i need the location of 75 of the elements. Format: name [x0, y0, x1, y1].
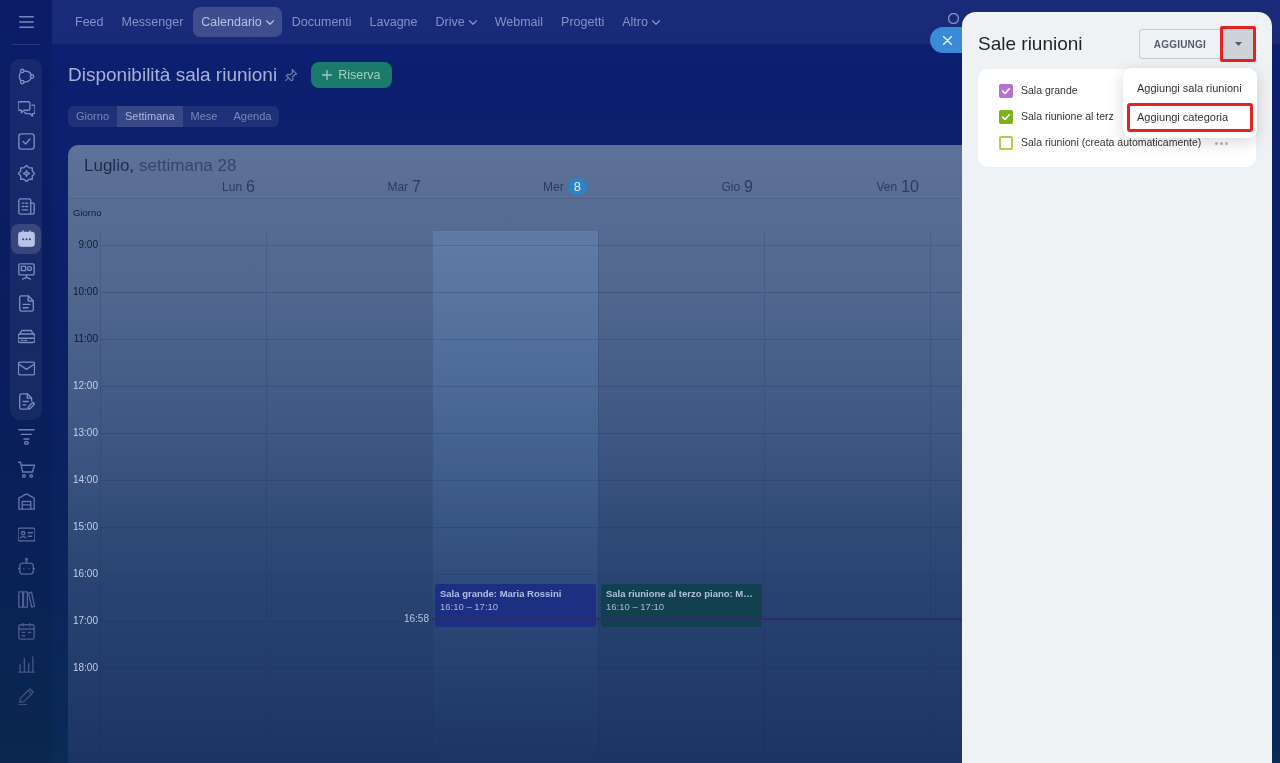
- time-label: 18:00: [71, 662, 99, 674]
- nav-link[interactable]: Calendario: [193, 6, 282, 38]
- search-icon: [948, 13, 959, 24]
- view-tab[interactable]: Giorno: [68, 106, 118, 127]
- event-time: 16:10 – 17:10: [440, 600, 500, 612]
- today-date-badge: 8: [567, 178, 587, 195]
- time-label: 10:00: [71, 286, 99, 298]
- menu-item[interactable]: Aggiungi categoria: [1130, 106, 1250, 129]
- robot-icon: [17, 558, 35, 576]
- view-tab[interactable]: Mese: [182, 106, 226, 127]
- document-icon: [17, 295, 35, 313]
- checkbox-square-icon: [17, 132, 35, 150]
- time-label: 16:00: [71, 568, 99, 580]
- books-icon: [17, 590, 35, 608]
- page-title: Disponibilità sala riunioni: [68, 63, 278, 87]
- add-button[interactable]: AGGIUNGI: [1138, 29, 1220, 59]
- room-checkbox[interactable]: [999, 110, 1013, 124]
- sidebar-button[interactable]: [11, 223, 41, 254]
- event-time: 16:10 – 17:10: [606, 600, 666, 612]
- bar-chart-icon: [17, 655, 35, 673]
- close-icon: [942, 35, 952, 45]
- current-time-label: 16:58: [402, 613, 429, 626]
- all-day-label: Giorno: [72, 206, 100, 220]
- nav-link[interactable]: Messenger: [113, 6, 192, 38]
- view-tab[interactable]: Agenda: [225, 106, 280, 127]
- view-tab[interactable]: Settimana: [117, 106, 183, 127]
- close-button[interactable]: [930, 27, 962, 53]
- reserve-button[interactable]: Riserva: [311, 62, 392, 88]
- cart-icon: [17, 460, 35, 478]
- nav-link[interactable]: Lavagne: [361, 6, 426, 38]
- calendar-icon: [17, 230, 35, 248]
- room-checkbox[interactable]: [999, 84, 1013, 98]
- nav-link[interactable]: Drive: [427, 6, 485, 38]
- time-label: 12:00: [71, 380, 99, 392]
- nav-link[interactable]: Altro: [614, 6, 668, 38]
- room-label: Sala riunioni (creata automaticamente): [1021, 135, 1202, 151]
- badge-star-icon: [17, 165, 35, 183]
- garage-icon: [17, 493, 35, 511]
- presentation-board-icon: [17, 262, 35, 280]
- document-pen-icon: [17, 392, 35, 410]
- nodes-icon: [17, 67, 35, 85]
- panel-title: Sale riunioni: [978, 31, 1083, 56]
- plus-icon: [322, 70, 333, 80]
- nav-link[interactable]: Documenti: [283, 6, 360, 38]
- checkmark-icon: [1002, 88, 1010, 94]
- menu-icon: [18, 16, 34, 28]
- time-label: 15:00: [71, 521, 99, 533]
- caret-down-icon: [1234, 42, 1242, 46]
- calendar-event[interactable]: Sala grande: Maria Rossini 16:10 – 17:10: [435, 583, 596, 627]
- room-label: Sala grande: [1021, 83, 1078, 99]
- calendar-event[interactable]: Sala riunione al terzo piano: M… 16:10 – 17:10: [601, 583, 762, 627]
- room-label: Sala riunione al terz: [1021, 109, 1114, 125]
- pen-icon: [17, 688, 35, 706]
- time-label: 11:00: [72, 333, 99, 345]
- event-title: Sala grande: Maria Rossini: [440, 587, 563, 599]
- room-checkbox[interactable]: [999, 136, 1013, 150]
- checkmark-icon: [1002, 114, 1010, 120]
- time-label: 14:00: [71, 474, 99, 486]
- nav-link[interactable]: Webmail: [486, 6, 552, 38]
- calendar-grid-icon: [17, 623, 35, 641]
- time-label: 9:00: [77, 239, 99, 251]
- pin-icon: [285, 69, 298, 81]
- contact-card-icon: [17, 525, 35, 543]
- drive-icon: [17, 327, 35, 345]
- month-label: Luglio,: [84, 155, 135, 177]
- time-label: 13:00: [71, 427, 99, 439]
- event-title: Sala riunione al terzo piano: M…: [606, 587, 754, 599]
- nav-link[interactable]: Progetti: [553, 6, 613, 38]
- funnel-icon: [17, 428, 35, 446]
- envelope-icon: [17, 360, 35, 378]
- newspaper-icon: [17, 197, 35, 215]
- menu-item[interactable]: Aggiungi sala riunioni: [1130, 77, 1250, 100]
- time-label: 17:00: [71, 615, 99, 627]
- chat-bubbles-icon: [17, 100, 35, 118]
- nav-link[interactable]: Feed: [67, 6, 112, 38]
